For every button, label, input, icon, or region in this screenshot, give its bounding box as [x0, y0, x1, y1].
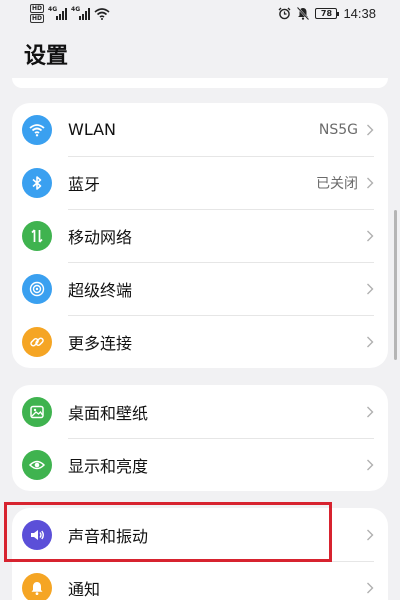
eye-icon — [22, 449, 52, 480]
settings-item-bluetooth[interactable]: 蓝牙 已关闭 — [12, 156, 388, 209]
sound-icon — [22, 519, 52, 550]
chevron-right-icon — [367, 459, 374, 470]
settings-group-display: 桌面和壁纸 显示和亮度 — [12, 385, 388, 491]
settings-item-label: 蓝牙 — [68, 174, 101, 194]
settings-item-mobile-network[interactable]: 移动网络 — [12, 209, 388, 262]
scrollbar[interactable] — [394, 210, 397, 360]
settings-item-notifications[interactable]: 通知 — [12, 561, 388, 600]
wallpaper-icon — [22, 396, 52, 427]
settings-item-label: 通知 — [68, 579, 101, 599]
chevron-right-icon — [367, 336, 374, 347]
settings-item-label: 声音和振动 — [68, 526, 149, 546]
settings-group-connectivity: WLAN NS5G 蓝牙 已关闭 移动网络 超级终端 更多连接 — [12, 103, 388, 368]
settings-item-sound-vibration[interactable]: 声音和振动 — [12, 508, 388, 561]
settings-item-label: WLAN — [68, 120, 117, 139]
status-left: HD HD 4G 4G — [30, 4, 110, 23]
hd-badge: HD — [30, 4, 45, 13]
network-type: 4G — [48, 5, 58, 13]
settings-item-label: 显示和亮度 — [68, 456, 149, 476]
bluetooth-icon — [22, 167, 52, 198]
wifi-status-icon — [94, 7, 110, 20]
clock: 14:38 — [343, 6, 376, 21]
chevron-right-icon — [367, 582, 374, 593]
settings-item-display-brightness[interactable]: 显示和亮度 — [12, 438, 388, 491]
chevron-right-icon — [367, 177, 374, 188]
chevron-right-icon — [367, 230, 374, 241]
previous-card-edge — [12, 78, 388, 88]
settings-item-label: 超级终端 — [68, 280, 133, 300]
settings-group-sound: 声音和振动 通知 — [12, 508, 388, 600]
alarm-icon — [278, 7, 291, 20]
mobile-data-icon — [22, 220, 52, 251]
settings-item-value: NS5G — [318, 121, 358, 138]
super-device-icon — [22, 273, 52, 304]
settings-item-wallpaper[interactable]: 桌面和壁纸 — [12, 385, 388, 438]
bell-icon — [22, 572, 52, 600]
settings-item-wlan[interactable]: WLAN NS5G — [12, 103, 388, 156]
chevron-right-icon — [367, 406, 374, 417]
settings-item-label: 桌面和壁纸 — [68, 403, 149, 423]
network-type: 4G — [71, 5, 81, 13]
settings-item-value: 已关闭 — [316, 175, 358, 192]
status-right: 78 14:38 — [278, 6, 376, 21]
page-title: 设置 — [24, 44, 69, 69]
signal-icon: 4G — [48, 5, 68, 20]
settings-item-more-connections[interactable]: 更多连接 — [12, 315, 388, 368]
signal-icon: 4G — [71, 5, 91, 20]
battery-indicator: 78 — [315, 8, 340, 19]
mute-bell-icon — [297, 7, 310, 20]
settings-item-label: 移动网络 — [68, 227, 133, 247]
hd-indicators: HD HD — [30, 4, 45, 23]
settings-item-label: 更多连接 — [68, 333, 133, 353]
hd-badge: HD — [30, 14, 45, 23]
settings-item-super-device[interactable]: 超级终端 — [12, 262, 388, 315]
wifi-icon — [22, 114, 52, 145]
chevron-right-icon — [367, 124, 374, 135]
chevron-right-icon — [367, 283, 374, 294]
status-bar: HD HD 4G 4G 78 14:38 — [0, 0, 400, 30]
link-icon — [22, 326, 52, 357]
chevron-right-icon — [367, 529, 374, 540]
